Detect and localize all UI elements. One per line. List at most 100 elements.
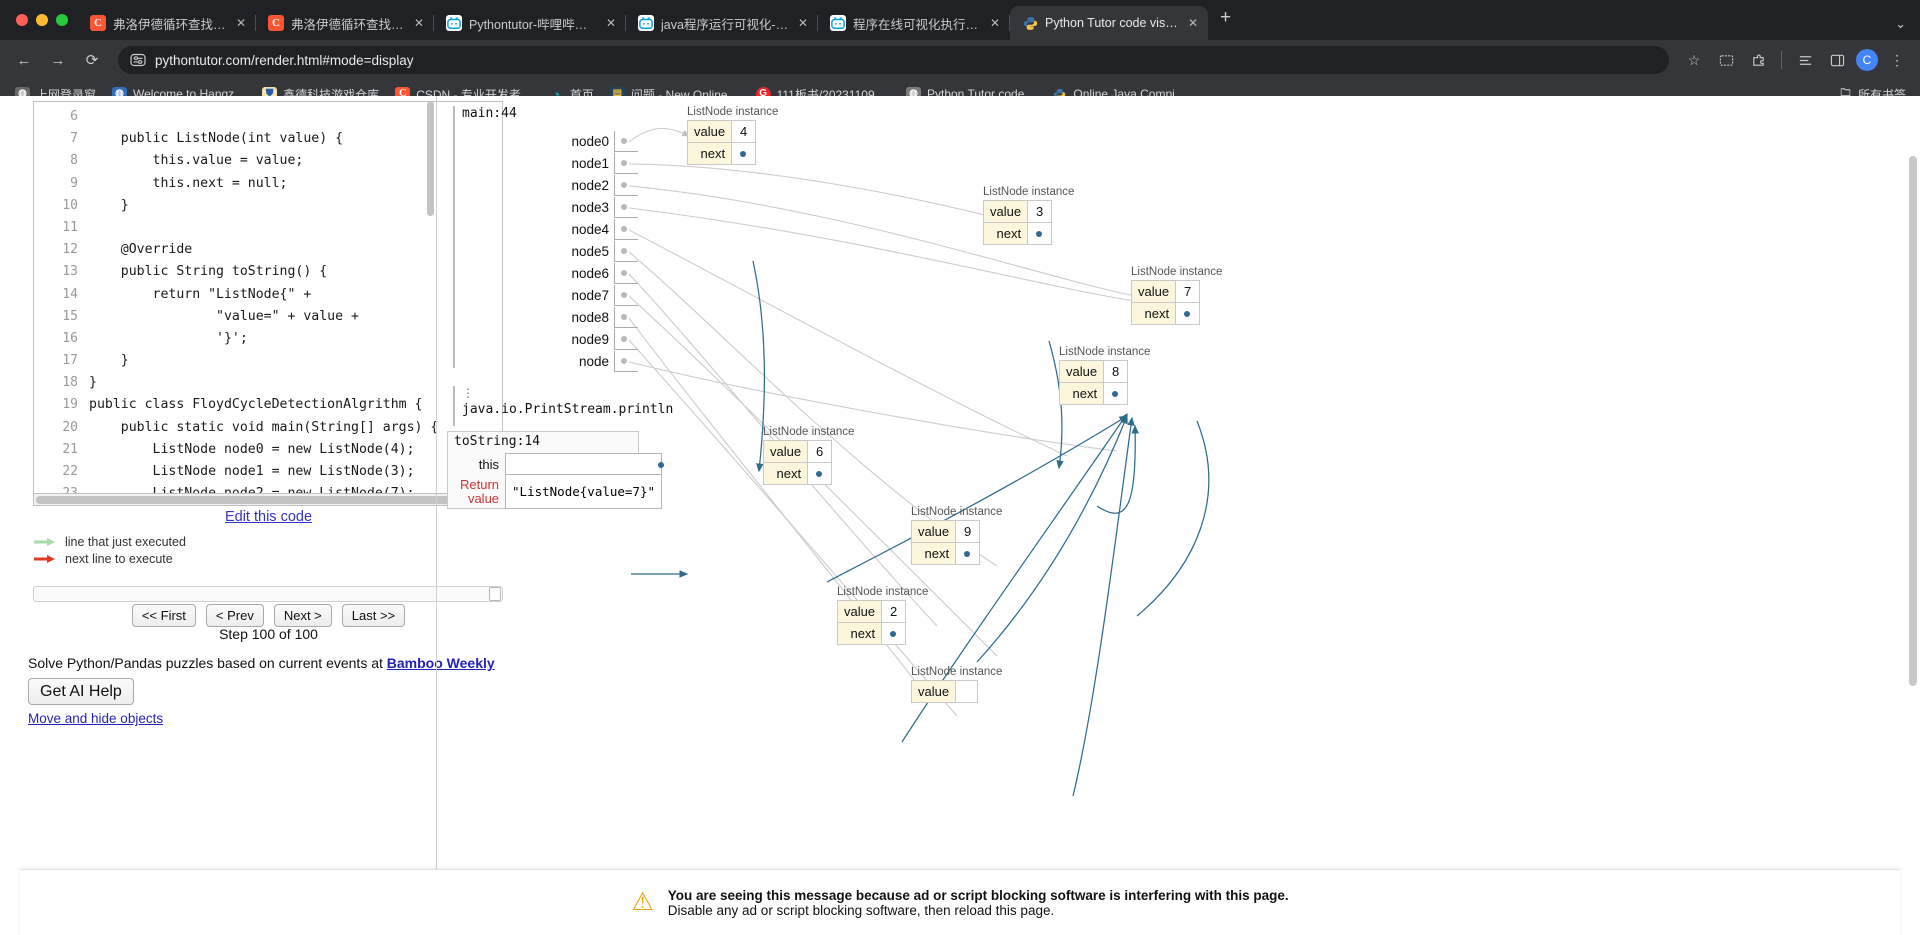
toolbar-divider bbox=[1781, 51, 1782, 69]
reload-button[interactable]: ⟳ bbox=[78, 46, 106, 74]
object-type-label: ListNode instance bbox=[983, 186, 1075, 198]
bilibili-icon bbox=[638, 15, 654, 31]
line-text: ListNode node1 = new ListNode(3); bbox=[89, 464, 415, 479]
extensions-icon[interactable] bbox=[1745, 47, 1771, 73]
object-field-value: value 8 bbox=[1058, 360, 1129, 383]
field-pointer bbox=[881, 622, 907, 645]
line-text: ListNode node0 = new ListNode(4); bbox=[89, 441, 415, 457]
code-vertical-scrollbar[interactable] bbox=[425, 101, 435, 426]
profile-avatar[interactable]: C bbox=[1856, 49, 1878, 71]
field-key: value bbox=[686, 120, 733, 143]
step-slider[interactable] bbox=[33, 586, 503, 602]
get-ai-help-button[interactable]: Get AI Help bbox=[28, 678, 134, 705]
address-bar-url: pythontutor.com/render.html#mode=display bbox=[155, 52, 414, 68]
prev-button[interactable]: < Prev bbox=[205, 604, 264, 627]
frame-left-bar bbox=[453, 386, 455, 426]
field-key: value bbox=[982, 200, 1029, 223]
tab-title: Python Tutor code visualizer: bbox=[1045, 16, 1179, 30]
close-tab-icon[interactable]: ✕ bbox=[604, 16, 618, 30]
variable-name: node8 bbox=[571, 309, 609, 325]
line-number: 11 bbox=[62, 219, 78, 235]
browser-tab-4[interactable]: java程序运行可视化-哔哩哔哩_ ✕ bbox=[626, 6, 818, 40]
object-field-value: value 9 bbox=[910, 520, 981, 543]
line-number: 8 bbox=[70, 153, 78, 169]
field-key: value bbox=[910, 680, 957, 703]
close-tab-icon[interactable]: ✕ bbox=[1186, 16, 1200, 30]
field-key: next bbox=[686, 142, 733, 165]
browser-tab-3[interactable]: Pythontutor-哔哩哔哩_Bilibili ✕ bbox=[434, 6, 626, 40]
first-button[interactable]: << First bbox=[131, 604, 196, 627]
variable-value-slot bbox=[614, 262, 638, 284]
variable-value-slot bbox=[614, 284, 638, 306]
site-settings-icon[interactable] bbox=[130, 52, 146, 68]
variable-row-node6: node6 bbox=[553, 262, 638, 284]
line-number: 20 bbox=[62, 419, 78, 435]
window-traffic-lights[interactable] bbox=[12, 0, 78, 40]
minimize-window-button[interactable] bbox=[36, 14, 48, 26]
back-button[interactable]: ← bbox=[10, 46, 38, 74]
line-number: 7 bbox=[70, 131, 78, 147]
reading-list-icon[interactable] bbox=[1792, 47, 1818, 73]
variable-value-slot bbox=[614, 328, 638, 350]
scrollbar-thumb[interactable] bbox=[36, 496, 476, 504]
close-tab-icon[interactable]: ✕ bbox=[988, 16, 1002, 30]
browser-tab-2[interactable]: C 弗洛伊德循环查找算法-原理-C ✕ bbox=[256, 6, 434, 40]
browser-tab-6-active[interactable]: Python Tutor code visualizer: ✕ bbox=[1010, 6, 1208, 40]
forward-button[interactable]: → bbox=[44, 46, 72, 74]
field-pointer bbox=[1027, 222, 1053, 245]
scrollbar-thumb[interactable] bbox=[1909, 156, 1917, 686]
close-tab-icon[interactable]: ✕ bbox=[412, 16, 426, 30]
field-pointer bbox=[1103, 382, 1129, 405]
page-vertical-scrollbar[interactable] bbox=[1906, 96, 1920, 935]
tab-title: 弗洛伊德循环查找算法-原理-C bbox=[291, 17, 405, 32]
browser-toolbar: ← → ⟳ pythontutor.com/render.html#mode=d… bbox=[0, 40, 1920, 80]
field-pointer bbox=[955, 542, 981, 565]
bilibili-icon bbox=[446, 15, 462, 31]
field-key: value bbox=[1130, 280, 1177, 303]
heap-object-listnode-3: ListNode instance value 3 next bbox=[982, 186, 1075, 245]
heap-object-listnode-8: ListNode instance value 8 next bbox=[1058, 346, 1150, 405]
code-horizontal-scrollbar[interactable] bbox=[33, 494, 503, 506]
object-field-value: value 3 bbox=[982, 200, 1053, 223]
pointer-dot bbox=[816, 471, 823, 477]
line-number: 13 bbox=[62, 264, 78, 280]
close-tab-icon[interactable]: ✕ bbox=[796, 16, 810, 30]
variable-name: node5 bbox=[571, 243, 609, 259]
line-number: 14 bbox=[62, 286, 78, 302]
close-tab-icon[interactable]: ✕ bbox=[234, 16, 248, 30]
banner-text: You are seeing this message because ad o… bbox=[668, 888, 1289, 918]
side-panel-icon[interactable] bbox=[1824, 47, 1850, 73]
line-text: } bbox=[89, 197, 129, 213]
object-field-value: value 2 bbox=[836, 600, 907, 623]
line-number: 9 bbox=[70, 175, 78, 191]
return-label-line1: Return bbox=[460, 476, 500, 492]
adblock-warning-banner: ⚠ You are seeing this message because ad… bbox=[20, 869, 1900, 935]
maximize-window-button[interactable] bbox=[56, 14, 68, 26]
pointer-dot bbox=[1184, 311, 1191, 317]
browser-tab-5[interactable]: 程序在线可视化执行，Python/J ✕ bbox=[818, 6, 1010, 40]
field-value: 6 bbox=[807, 440, 833, 463]
next-button[interactable]: Next > bbox=[273, 604, 332, 627]
new-tab-button[interactable]: + bbox=[1208, 8, 1243, 33]
chrome-menu-icon[interactable]: ⋮ bbox=[1884, 47, 1910, 73]
address-bar[interactable]: pythontutor.com/render.html#mode=display bbox=[118, 46, 1669, 74]
field-key: next bbox=[982, 222, 1029, 245]
move-hide-wrap: Move and hide objects bbox=[28, 711, 163, 726]
object-fields-table: value 3 next bbox=[982, 200, 1053, 245]
scrollbar-thumb[interactable] bbox=[427, 101, 434, 216]
chevron-down-icon[interactable]: ⌄ bbox=[1895, 16, 1920, 40]
frame-var-row-return: Return value "ListNode{value=7}" bbox=[454, 474, 663, 509]
bookmark-star-icon[interactable]: ☆ bbox=[1681, 47, 1707, 73]
variable-row-node3: node3 bbox=[553, 196, 638, 218]
browser-tab-1[interactable]: C 弗洛伊德循环查找算法-原理-C ✕ bbox=[78, 6, 256, 40]
last-button[interactable]: Last >> bbox=[341, 604, 406, 627]
object-field-next: next bbox=[910, 542, 981, 565]
edit-this-code-link[interactable]: Edit this code bbox=[225, 509, 312, 525]
variable-row-node5: node5 bbox=[553, 240, 638, 262]
split-screen-icon[interactable] bbox=[1713, 47, 1739, 73]
object-field-value: value 4 bbox=[686, 120, 757, 143]
line-number: 19 bbox=[62, 397, 78, 413]
close-window-button[interactable] bbox=[16, 14, 28, 26]
variable-name: node0 bbox=[571, 133, 609, 149]
move-and-hide-objects-link[interactable]: Move and hide objects bbox=[28, 711, 163, 726]
